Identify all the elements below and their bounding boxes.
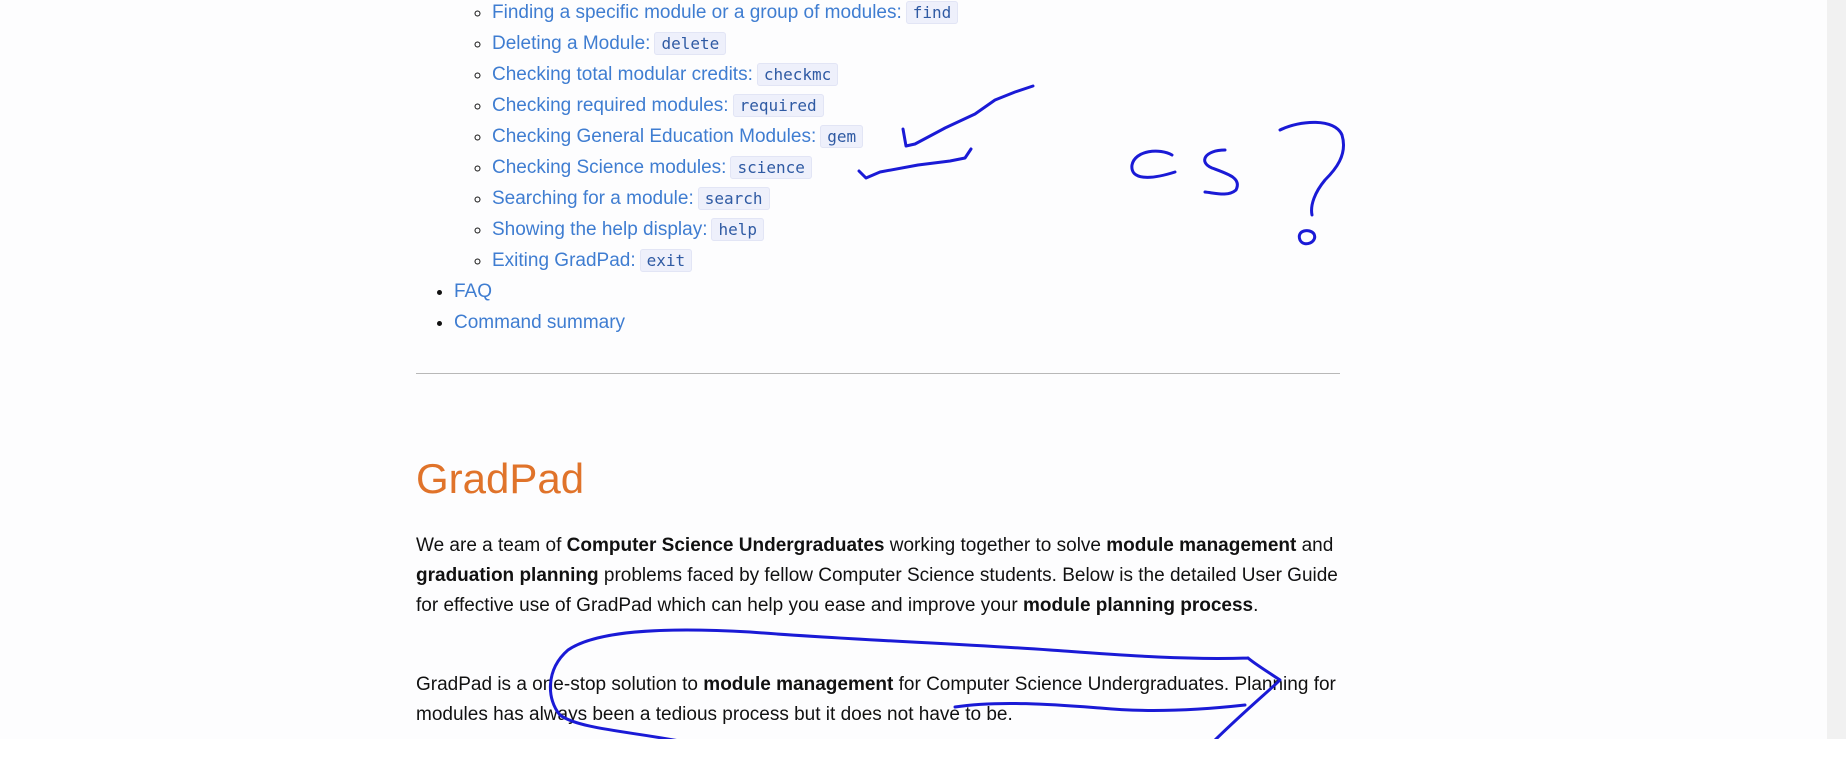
handwritten-s (1203, 148, 1239, 196)
circle-annotation (548, 628, 1282, 739)
status-area (0, 739, 1846, 770)
checkmark-annotation (857, 147, 973, 180)
underline-annotation (953, 701, 1247, 713)
vertical-scrollbar[interactable] (1827, 0, 1846, 739)
checkmark-annotation (901, 84, 1035, 148)
handwritten-question-mark (1278, 120, 1345, 217)
document-page: Finding a specific module or a group of … (0, 0, 1827, 739)
handwritten-question-dot (1297, 229, 1317, 246)
handwritten-c (1130, 149, 1177, 179)
handwritten-annotations (548, 84, 1345, 739)
